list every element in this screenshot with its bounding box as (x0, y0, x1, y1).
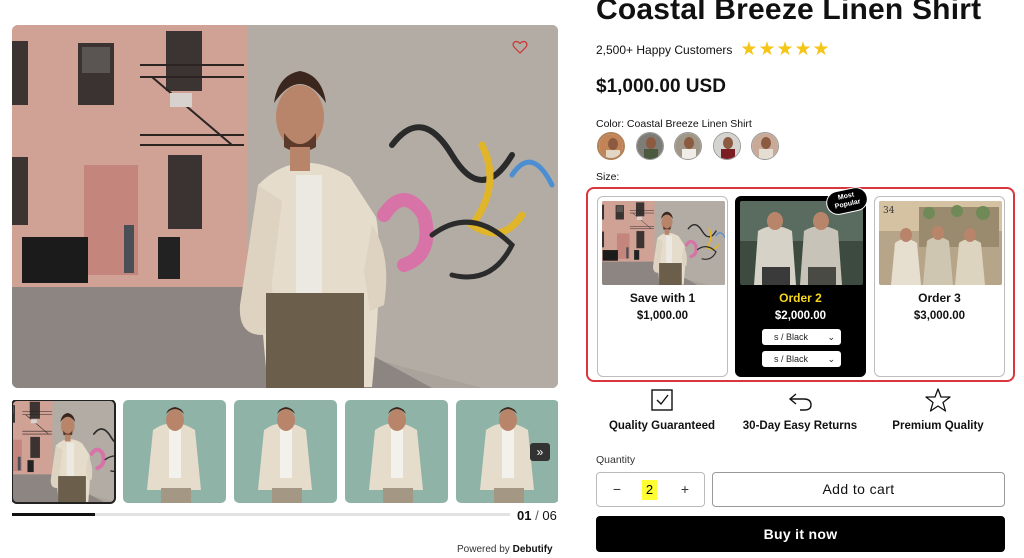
color-swatch[interactable] (636, 132, 664, 160)
variant-value: s / Black (774, 354, 809, 364)
bundle-image (879, 201, 1002, 285)
counter-current: 01 (517, 508, 532, 523)
return-arrow-icon (788, 393, 812, 411)
feature-label: 30-Day Easy Returns (742, 420, 858, 432)
star-outline-icon (925, 388, 951, 412)
feature-easy-returns: 30-Day Easy Returns (730, 388, 870, 432)
variant-select[interactable]: s / Black ⌄ (762, 351, 841, 367)
bundle-option-1[interactable]: Save with 1 $1,000.00 (597, 196, 728, 377)
counter-separator: / (535, 508, 539, 523)
chevron-down-icon: ⌄ (827, 332, 835, 342)
bundle-option-2[interactable]: Order 2 $2,000.00 s / Black ⌄ s / Black … (735, 196, 866, 377)
product-title: Coastal Breeze Linen Shirt (596, 0, 982, 26)
gallery-counter: 01 / 06 (517, 508, 557, 523)
bundle-price: $2,000.00 (774, 310, 827, 322)
color-swatch[interactable] (751, 132, 779, 160)
thumbnail[interactable] (234, 400, 337, 503)
powered-prefix: Powered by (457, 544, 510, 555)
color-label: Color: Coastal Breeze Linen Shirt (596, 118, 752, 130)
checkbox-icon (651, 389, 673, 411)
variant-value: s / Black (774, 332, 809, 342)
buy-now-button[interactable]: Buy it now (596, 516, 1005, 552)
next-thumbnails-icon[interactable]: » (530, 443, 550, 461)
quantity-decrease-button[interactable]: − (599, 473, 635, 506)
variant-select[interactable]: s / Black ⌄ (762, 329, 841, 345)
bundle-name: Order 2 (779, 291, 822, 305)
chevron-down-icon: ⌄ (827, 354, 835, 364)
color-swatch[interactable] (674, 132, 702, 160)
gallery-progress-fill (12, 513, 95, 516)
feature-premium-quality: Premium Quality (868, 388, 1008, 432)
add-to-cart-button[interactable]: Add to cart (712, 472, 1005, 507)
quantity-increase-button[interactable]: + (667, 473, 703, 506)
quantity-input[interactable] (642, 480, 657, 500)
thumbnail-strip (12, 400, 558, 504)
thumbnail[interactable] (345, 400, 448, 503)
main-product-image[interactable] (12, 25, 558, 388)
feature-quality-guaranteed: Quality Guaranteed (592, 388, 732, 432)
counter-total: 06 (542, 508, 557, 523)
gallery-progress-bar (12, 513, 510, 516)
feature-row: Quality Guaranteed 30-Day Easy Returns P… (596, 388, 1001, 438)
size-label: Size: (596, 171, 620, 183)
quantity-label: Quantity (596, 454, 636, 466)
bundle-name: Order 3 (918, 291, 961, 305)
bundle-price: $1,000.00 (636, 310, 689, 322)
reviews-row: 2,500+ Happy Customers ★★★★★ (596, 39, 831, 60)
powered-by: Powered by Debutify (457, 544, 553, 555)
bundle-price: $3,000.00 (913, 310, 966, 322)
product-price: $1,000.00 USD (596, 76, 726, 97)
heart-icon[interactable] (512, 39, 528, 55)
reviews-text: 2,500+ Happy Customers (596, 43, 733, 57)
bundle-option-3[interactable]: Order 3 $3,000.00 (874, 196, 1005, 377)
color-swatch[interactable] (597, 132, 625, 160)
feature-label: Premium Quality (892, 420, 984, 432)
thumbnail[interactable] (12, 400, 116, 504)
rating-stars-icon: ★★★★★ (740, 39, 831, 60)
quantity-stepper: − + (596, 472, 705, 507)
bundle-image (602, 201, 725, 285)
powered-brand[interactable]: Debutify (513, 544, 553, 555)
thumbnail[interactable] (123, 400, 226, 503)
bundle-name: Save with 1 (629, 291, 696, 305)
color-swatch[interactable] (713, 132, 741, 160)
feature-label: Quality Guaranteed (608, 420, 716, 432)
